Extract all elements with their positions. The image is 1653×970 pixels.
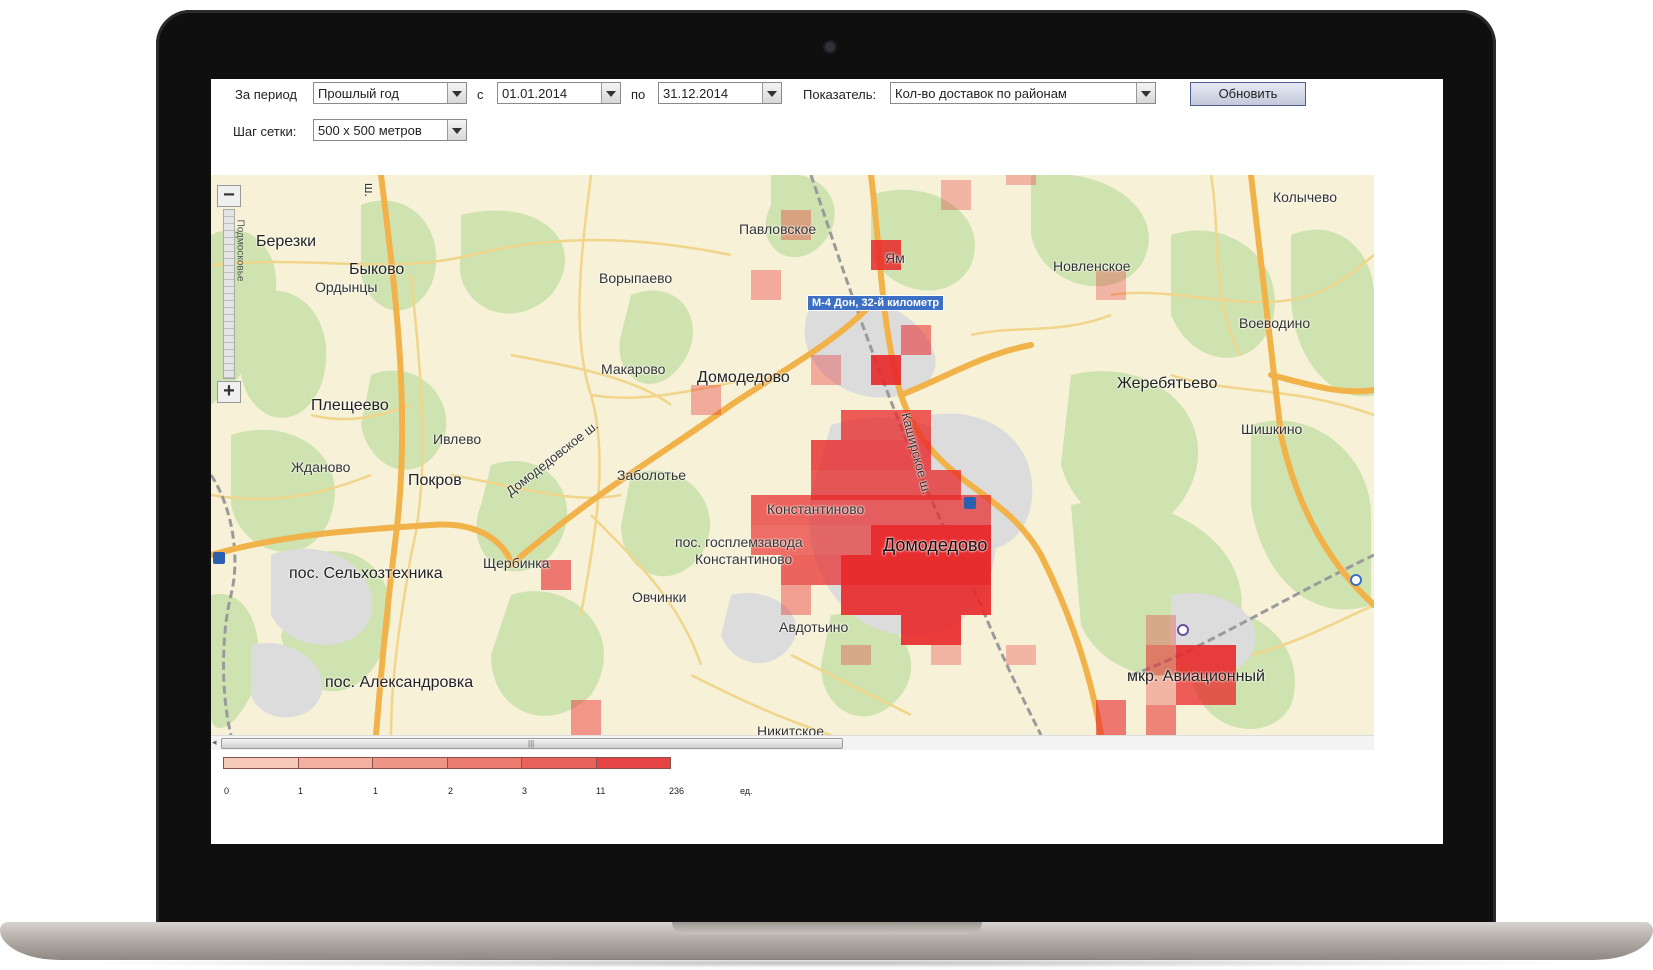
chevron-down-icon[interactable] — [447, 83, 466, 103]
highway-badge: М-4 Дон, 32-й километр — [807, 295, 945, 311]
place-label: Макарово — [601, 361, 666, 377]
zoom-control: − Подмосковье + — [217, 185, 245, 405]
place-label: Домодедово — [697, 369, 790, 386]
chevron-down-icon[interactable] — [601, 83, 620, 103]
chevron-down-icon[interactable] — [1136, 83, 1155, 103]
to-label: по — [631, 87, 646, 102]
from-date-select[interactable]: 01.01.2014 — [497, 82, 621, 104]
legend-swatch — [373, 758, 448, 768]
grid-step-value: 500 x 500 метров — [318, 123, 422, 138]
to-date-select[interactable]: 31.12.2014 — [658, 82, 782, 104]
place-label: Ворыпаево — [599, 270, 673, 286]
map-base-layer — [211, 175, 1374, 735]
zoom-in-button[interactable]: + — [217, 381, 241, 403]
place-label: пос. госплемзавода — [675, 534, 803, 550]
period-label: За период — [235, 87, 297, 102]
place-label: Авдотьино — [779, 619, 849, 635]
chevron-down-icon[interactable] — [447, 120, 466, 140]
place-label: Домодедово — [883, 535, 988, 555]
zoom-scale-label: Подмосковье — [234, 219, 246, 282]
legend-swatch — [224, 758, 299, 768]
scrollbar-thumb[interactable]: ||| — [221, 738, 843, 749]
place-label: пос. Александровка — [325, 674, 474, 691]
train-station-icon[interactable] — [213, 552, 225, 564]
legend-tick: 1 — [373, 786, 379, 796]
legend-swatch — [298, 758, 373, 768]
legend-swatch — [447, 758, 522, 768]
metric-label: Показатель: — [803, 87, 877, 102]
metric-select-value: Кол-во доставок по районам — [895, 86, 1067, 101]
legend-swatch — [522, 758, 597, 768]
legend-tick: 3 — [522, 786, 528, 796]
to-date-value: 31.12.2014 — [663, 86, 729, 101]
place-label: Никитское — [757, 723, 824, 735]
laptop-notch — [672, 922, 982, 934]
scroll-left-icon[interactable]: ◂ — [212, 737, 217, 748]
legend-unit: ед. — [740, 786, 753, 796]
place-label: Шишкино — [1241, 421, 1303, 437]
legend-tick: 11 — [596, 786, 606, 796]
place-label: Покров — [408, 472, 462, 489]
place-label: Жеребятьево — [1117, 375, 1218, 392]
place-label: Воеводино — [1239, 315, 1311, 331]
place-label: Овчинки — [632, 589, 687, 605]
zoom-out-button[interactable]: − — [217, 185, 241, 207]
poi-marker-icon[interactable] — [1350, 574, 1362, 586]
place-label: Ям — [885, 250, 905, 266]
grid-step-label: Шаг сетки: — [233, 124, 297, 139]
refresh-button[interactable]: Обновить — [1190, 82, 1306, 106]
place-label: Павловское — [739, 221, 817, 237]
place-label: Березки — [256, 233, 317, 250]
legend-tick: 236 — [669, 786, 685, 796]
place-label: мкр. Авиационный — [1127, 668, 1265, 685]
place-label: Щербинка — [483, 555, 550, 571]
train-station-icon[interactable] — [964, 497, 976, 509]
place-label: Колычево — [1273, 189, 1338, 205]
legend-tick: 0 — [224, 786, 230, 796]
heatmap-map[interactable]: Березки Быково Ордынцы Павловское Ям Вор… — [211, 175, 1374, 735]
metric-select[interactable]: Кол-во доставок по районам — [890, 82, 1156, 104]
road-label: ш. — [362, 183, 377, 198]
place-label: Ивлево — [433, 431, 482, 447]
period-select-value: Прошлый год — [318, 86, 400, 101]
chevron-down-icon[interactable] — [762, 83, 781, 103]
grid-step-select[interactable]: 500 x 500 метров — [313, 119, 467, 141]
from-date-value: 01.01.2014 — [502, 86, 568, 101]
place-label: Жданово — [291, 459, 351, 475]
map-horizontal-scrollbar[interactable]: ◂ ||| — [211, 735, 1374, 750]
place-label: Ордынцы — [315, 279, 378, 295]
place-label: Быково — [349, 261, 405, 278]
legend-tick: 2 — [448, 786, 454, 796]
filter-toolbar: За период Прошлый год с 01.01.2014 по 31… — [211, 79, 1443, 189]
place-label: Константиново — [767, 501, 865, 517]
heat-legend-bar — [223, 757, 671, 769]
zoom-slider[interactable] — [223, 209, 235, 379]
place-label: Плещеево — [311, 397, 389, 414]
camera-icon — [825, 42, 835, 52]
laptop-shadow — [60, 958, 1593, 968]
period-select[interactable]: Прошлый год — [313, 82, 467, 104]
place-label: Новленское — [1053, 258, 1131, 274]
poi-marker-icon[interactable] — [1177, 624, 1189, 636]
app-screen: За период Прошлый год с 01.01.2014 по 31… — [211, 79, 1443, 844]
legend-swatch — [596, 758, 670, 768]
grip-icon: ||| — [528, 739, 535, 748]
place-label: пос. Сельхозтехника — [289, 565, 443, 582]
place-label: Заболотье — [617, 467, 687, 483]
place-label: Константиново — [695, 551, 793, 567]
from-label: с — [477, 87, 484, 102]
legend-tick: 1 — [298, 786, 304, 796]
